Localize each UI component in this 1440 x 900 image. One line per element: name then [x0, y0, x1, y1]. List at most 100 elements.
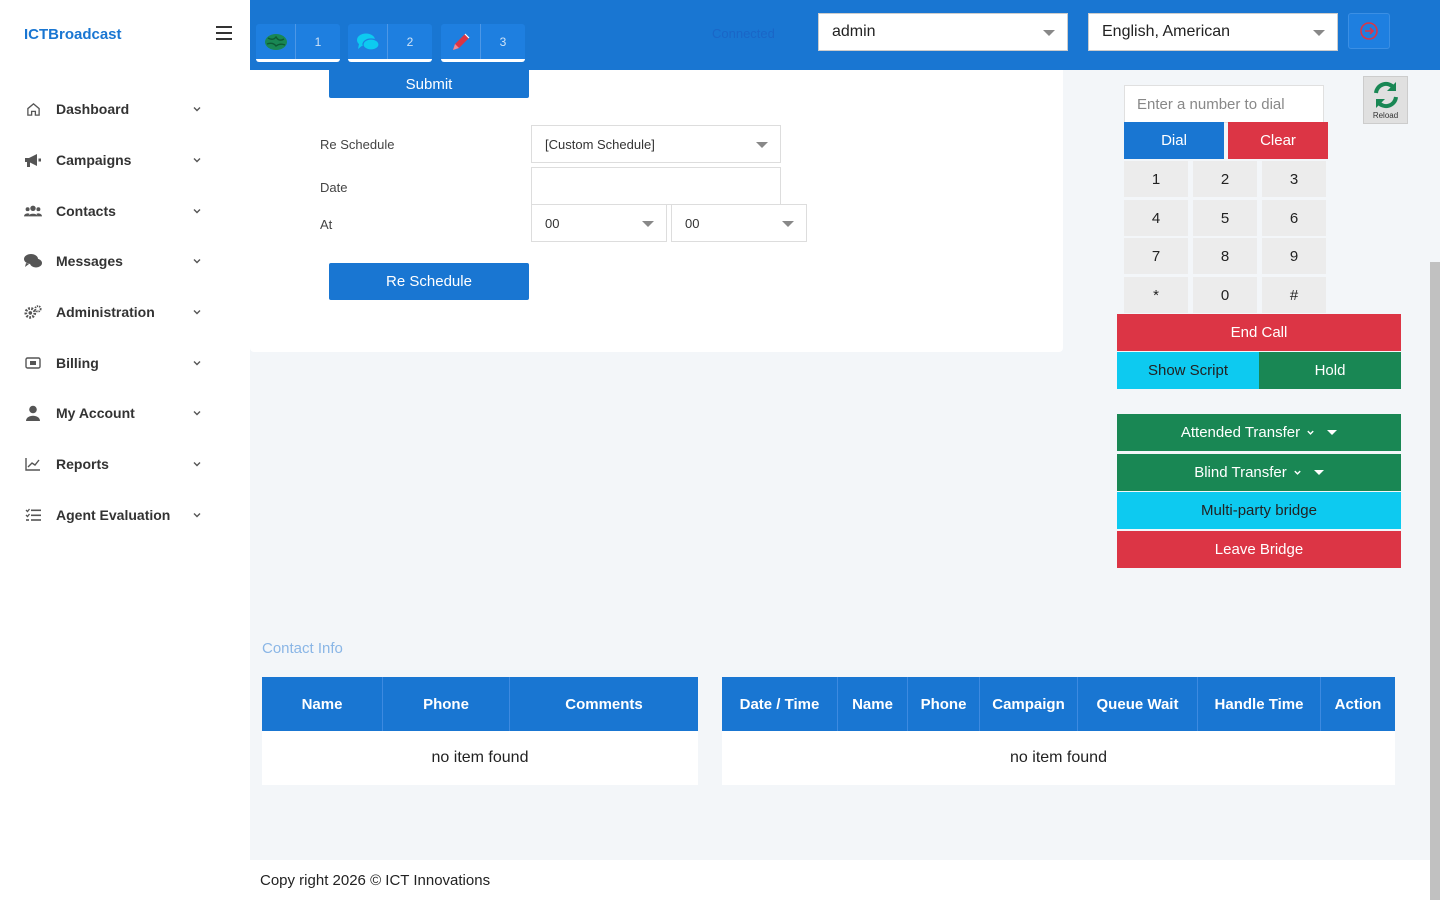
hour-select-value: 00	[545, 215, 560, 231]
sidebar-item-label: Reports	[56, 456, 109, 473]
sidebar-item-dashboard[interactable]: Dashboard	[0, 84, 250, 135]
sidebar-item-my-account[interactable]: My Account	[0, 388, 250, 439]
list-check-icon	[24, 506, 42, 524]
column-header[interactable]: Date / Time	[722, 677, 838, 731]
tab-count: 3	[499, 34, 507, 49]
dial-number-input[interactable]	[1124, 85, 1324, 123]
column-header[interactable]: Comments	[510, 677, 698, 731]
sidebar-item-label: Dashboard	[56, 101, 130, 118]
reschedule-select-value: [Custom Schedule]	[545, 136, 655, 152]
chevron-down-icon	[193, 310, 201, 315]
caret-down-icon	[1327, 430, 1338, 435]
leave-bridge-button[interactable]: Leave Bridge	[1117, 531, 1401, 568]
minute-select-value: 00	[685, 215, 700, 231]
reschedule-select[interactable]: [Custom Schedule]	[531, 125, 781, 163]
reload-button[interactable]: Reload	[1363, 76, 1408, 124]
tab-channel-3[interactable]: 3	[441, 24, 525, 62]
column-header[interactable]: Action	[1321, 677, 1395, 731]
sidebar-item-messages[interactable]: Messages	[0, 236, 250, 287]
cogs-icon	[24, 303, 42, 321]
end-call-button[interactable]: End Call	[1117, 314, 1401, 351]
hold-button[interactable]: Hold	[1259, 352, 1401, 389]
empty-message: no item found	[1010, 749, 1107, 766]
attended-transfer-button[interactable]: Attended Transfer	[1117, 414, 1401, 451]
dialpad-key[interactable]: 3	[1262, 161, 1326, 197]
language-select-value: English, American	[1102, 23, 1231, 40]
refresh-icon	[1373, 81, 1398, 109]
clear-button[interactable]: Clear	[1228, 122, 1328, 159]
column-header[interactable]: Queue Wait	[1078, 677, 1198, 731]
chevron-down-icon	[193, 208, 201, 214]
hour-select[interactable]: 00	[531, 204, 667, 242]
dialpad-key[interactable]: 2	[1193, 161, 1257, 197]
dialpad-key[interactable]: 7	[1124, 238, 1188, 274]
sidebar-item-contacts[interactable]: Contacts	[0, 185, 250, 236]
sidebar-item-agent-evaluation[interactable]: Agent Evaluation	[0, 490, 250, 541]
user-select[interactable]: admin	[818, 13, 1068, 51]
blind-transfer-button[interactable]: Blind Transfer	[1117, 454, 1401, 491]
multi-party-bridge-button[interactable]: Multi-party bridge	[1117, 492, 1401, 529]
chevron-down-icon	[193, 360, 201, 366]
dial-button[interactable]: Dial	[1124, 122, 1224, 159]
connection-status: Connected	[712, 26, 775, 41]
dialpad-key[interactable]: 6	[1262, 200, 1326, 236]
sidebar-item-reports[interactable]: Reports	[0, 439, 250, 490]
megaphone-icon	[24, 151, 42, 169]
contact-info-table: Name Phone Comments no item found	[262, 677, 698, 785]
dialpad-key[interactable]: 8	[1193, 238, 1257, 274]
users-icon	[24, 202, 42, 220]
reload-label: Reload	[1372, 111, 1399, 120]
sidebar-item-administration[interactable]: Administration	[0, 287, 250, 338]
menu-toggle-icon[interactable]	[216, 26, 232, 42]
sidebar-item-label: My Account	[56, 405, 135, 422]
logout-button[interactable]	[1348, 13, 1390, 49]
sidebar-item-label: Administration	[56, 304, 155, 321]
tab-channel-1[interactable]: 1	[256, 24, 340, 62]
attended-transfer-label: Attended Transfer	[1180, 424, 1301, 441]
column-header[interactable]: Campaign	[980, 677, 1078, 731]
chart-line-icon	[24, 455, 42, 473]
dialpad-key[interactable]: *	[1124, 277, 1188, 313]
blind-transfer-label: Blind Transfer	[1194, 464, 1287, 481]
date-field[interactable]	[531, 167, 781, 205]
billing-icon	[24, 354, 42, 372]
sidebar-item-billing[interactable]: Billing	[0, 337, 250, 388]
caret-down-icon	[756, 142, 768, 148]
language-select[interactable]: English, American	[1088, 13, 1338, 51]
dialpad-key[interactable]: 1	[1124, 161, 1188, 197]
contact-info-title: Contact Info	[262, 640, 343, 657]
call-history-table: Date / Time Name Phone Campaign Queue Wa…	[722, 677, 1395, 785]
sidebar-item-campaigns[interactable]: Campaigns	[0, 135, 250, 186]
chevron-down-icon	[1307, 430, 1314, 435]
chevron-down-icon	[193, 512, 201, 518]
submit-button[interactable]: Submit	[329, 70, 529, 98]
sidebar: ICTBroadcast Dashboard Campaigns Contact…	[0, 0, 250, 900]
sidebar-item-label: Contacts	[56, 202, 116, 219]
reschedule-card: Submit Re Schedule [Custom Schedule] Dat…	[250, 70, 1063, 352]
page-scrollbar[interactable]	[1430, 262, 1440, 900]
minute-select[interactable]: 00	[671, 204, 807, 242]
sidebar-item-label: Agent Evaluation	[56, 506, 171, 523]
dialpad-key[interactable]: 9	[1262, 238, 1326, 274]
brand-logo[interactable]: ICTBroadcast	[24, 26, 122, 43]
dialpad-key[interactable]: 4	[1124, 200, 1188, 236]
column-header[interactable]: Phone	[383, 677, 510, 731]
column-header[interactable]: Phone	[908, 677, 980, 731]
chat-icon	[348, 24, 388, 59]
globe-icon	[256, 24, 296, 59]
table-header: Name Phone Comments	[262, 677, 698, 731]
column-header[interactable]: Name	[262, 677, 383, 731]
sidebar-item-label: Billing	[56, 354, 99, 371]
footer: Copy right 2026 © ICT Innovations	[250, 860, 1430, 900]
reschedule-button[interactable]: Re Schedule	[329, 263, 529, 300]
chevron-down-icon	[193, 462, 201, 467]
show-script-button[interactable]: Show Script	[1117, 352, 1259, 389]
comments-icon	[24, 252, 42, 270]
tab-channel-2[interactable]: 2	[348, 24, 432, 62]
dialpad-key[interactable]: 5	[1193, 200, 1257, 236]
dialpad-key[interactable]: #	[1262, 277, 1326, 313]
user-icon	[24, 404, 42, 422]
column-header[interactable]: Handle Time	[1198, 677, 1321, 731]
column-header[interactable]: Name	[838, 677, 908, 731]
dialpad-key[interactable]: 0	[1193, 277, 1257, 313]
